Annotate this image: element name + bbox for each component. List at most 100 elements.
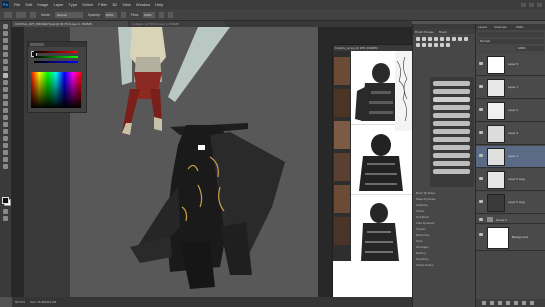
- layer-blend-mode-select[interactable]: Normal: [478, 39, 544, 44]
- reference-thumb[interactable]: [334, 185, 350, 213]
- eraser-tool-icon[interactable]: [3, 94, 8, 99]
- brush-tip-thumb[interactable]: [416, 43, 420, 47]
- menu-type[interactable]: Type: [69, 2, 78, 7]
- blue-slider[interactable]: [34, 61, 78, 63]
- screen-mode-icon[interactable]: [3, 216, 8, 221]
- adjustment-layer-icon[interactable]: [506, 301, 510, 305]
- layer-mask-icon[interactable]: [498, 301, 502, 305]
- eye-icon[interactable]: [479, 200, 483, 203]
- lasso-tool-icon[interactable]: [3, 38, 8, 43]
- eye-icon[interactable]: [479, 62, 483, 65]
- tab-channels[interactable]: Channels: [494, 25, 507, 29]
- reference-thumb[interactable]: [334, 217, 350, 245]
- new-group-icon[interactable]: [514, 301, 518, 305]
- red-slider[interactable]: [34, 51, 78, 53]
- opacity-field[interactable]: 100%: [104, 11, 117, 18]
- gradient-tool-icon[interactable]: [3, 101, 8, 106]
- trash-icon[interactable]: [530, 301, 534, 305]
- flow-field[interactable]: 100%: [142, 11, 155, 18]
- extra-tools-icon[interactable]: [3, 164, 8, 169]
- reference-thumb[interactable]: [334, 153, 350, 181]
- brush-stroke-preview[interactable]: [433, 105, 470, 110]
- document-canvas[interactable]: [70, 27, 318, 297]
- brush-preset-picker[interactable]: [16, 11, 26, 18]
- blur-tool-icon[interactable]: [3, 108, 8, 113]
- menu-edit[interactable]: Edit: [25, 2, 32, 7]
- type-tool-icon[interactable]: [3, 129, 8, 134]
- brush-stroke-preview[interactable]: [433, 169, 470, 174]
- brush-stroke-preview[interactable]: [433, 97, 470, 102]
- layer-group-row[interactable]: Group 1: [476, 215, 545, 224]
- marquee-tool-icon[interactable]: [3, 31, 8, 36]
- menu-3d[interactable]: 3D: [112, 2, 117, 7]
- reference-thumb[interactable]: [334, 89, 350, 117]
- reference-image-window[interactable]: Knights_ref.jpg @ 25% (RGB/8): [332, 44, 414, 299]
- brush-option[interactable]: Texture: [416, 210, 425, 213]
- reference-thumb[interactable]: [334, 121, 350, 149]
- layer-row-background[interactable]: Background: [476, 225, 545, 251]
- brush-tip-thumb[interactable]: [464, 37, 468, 41]
- brush-tip-thumb[interactable]: [428, 37, 432, 41]
- eye-icon[interactable]: [479, 131, 483, 134]
- dodge-tool-icon[interactable]: [3, 115, 8, 120]
- tab-layers[interactable]: Layers: [478, 25, 487, 29]
- blend-mode-select[interactable]: Normal: [54, 11, 83, 18]
- healing-tool-icon[interactable]: [3, 66, 8, 71]
- airbrush-icon[interactable]: [158, 11, 164, 18]
- brush-stroke-preview[interactable]: [433, 121, 470, 126]
- brush-tip-thumb[interactable]: [440, 43, 444, 47]
- menu-layer[interactable]: Layer: [53, 2, 63, 7]
- layer-opacity-field[interactable]: 100%: [516, 46, 544, 51]
- brush-option[interactable]: Build-up: [416, 252, 426, 255]
- minimize-icon[interactable]: [521, 2, 526, 7]
- reference-thumb[interactable]: [334, 57, 350, 85]
- brush-stroke-preview[interactable]: [433, 153, 470, 158]
- color-spectrum[interactable]: [31, 72, 81, 108]
- pressure-opacity-icon[interactable]: [120, 11, 126, 18]
- layer-row[interactable]: Layer 4: [476, 123, 545, 145]
- crop-tool-icon[interactable]: [3, 52, 8, 57]
- layer-filter-row[interactable]: [478, 32, 544, 37]
- brush-tip-thumb[interactable]: [434, 43, 438, 47]
- brush-tip-thumb[interactable]: [446, 43, 450, 47]
- brush-option[interactable]: Color Dynamics: [416, 222, 434, 225]
- brush-option[interactable]: Dual Brush: [416, 216, 429, 219]
- eye-icon[interactable]: [479, 233, 483, 236]
- layer-row[interactable]: Layer 7: [476, 77, 545, 99]
- eye-icon[interactable]: [479, 218, 483, 221]
- color-panel-tab[interactable]: [30, 43, 44, 46]
- brush-option[interactable]: Scattering: [416, 204, 428, 207]
- eye-icon[interactable]: [479, 108, 483, 111]
- brush-option[interactable]: Shape Dynamics: [416, 198, 436, 201]
- brush-option[interactable]: Transfer: [416, 228, 426, 231]
- brush-stroke-preview[interactable]: [433, 161, 470, 166]
- zoom-level[interactable]: 66.67%: [15, 300, 25, 304]
- menu-window[interactable]: Window: [136, 2, 150, 7]
- brush-tip-thumb[interactable]: [440, 37, 444, 41]
- brush-panel-toggle-icon[interactable]: [30, 11, 36, 18]
- quick-mask-icon[interactable]: [3, 209, 8, 214]
- tab-paths[interactable]: Paths: [516, 25, 524, 29]
- layer-row[interactable]: Layer 5 copy: [476, 192, 545, 214]
- tab-brush-presets[interactable]: Brush Presets: [415, 30, 434, 34]
- brush-tip-thumb[interactable]: [422, 43, 426, 47]
- layer-row[interactable]: Layer 2: [476, 100, 545, 122]
- layer-row[interactable]: Layer 5 copy: [476, 169, 545, 191]
- menu-filter[interactable]: Filter: [98, 2, 107, 7]
- tab-brush[interactable]: Brush: [439, 30, 447, 34]
- green-slider[interactable]: [34, 56, 78, 58]
- brush-option[interactable]: Smoothing: [416, 258, 428, 261]
- brush-option[interactable]: Brush Pose: [416, 234, 429, 237]
- link-layers-icon[interactable]: [482, 301, 486, 305]
- history-brush-tool-icon[interactable]: [3, 87, 8, 92]
- menu-select[interactable]: Select: [82, 2, 93, 7]
- move-tool-icon[interactable]: [3, 24, 8, 29]
- eye-icon[interactable]: [479, 154, 483, 157]
- brush-tip-thumb[interactable]: [452, 37, 456, 41]
- layer-style-icon[interactable]: [490, 301, 494, 305]
- brush-tip-thumb[interactable]: [422, 37, 426, 41]
- brush-tip-thumb[interactable]: [434, 37, 438, 41]
- brush-tool-icon[interactable]: [4, 11, 12, 18]
- menu-file[interactable]: File: [14, 2, 20, 7]
- brush-tip-thumb[interactable]: [446, 37, 450, 41]
